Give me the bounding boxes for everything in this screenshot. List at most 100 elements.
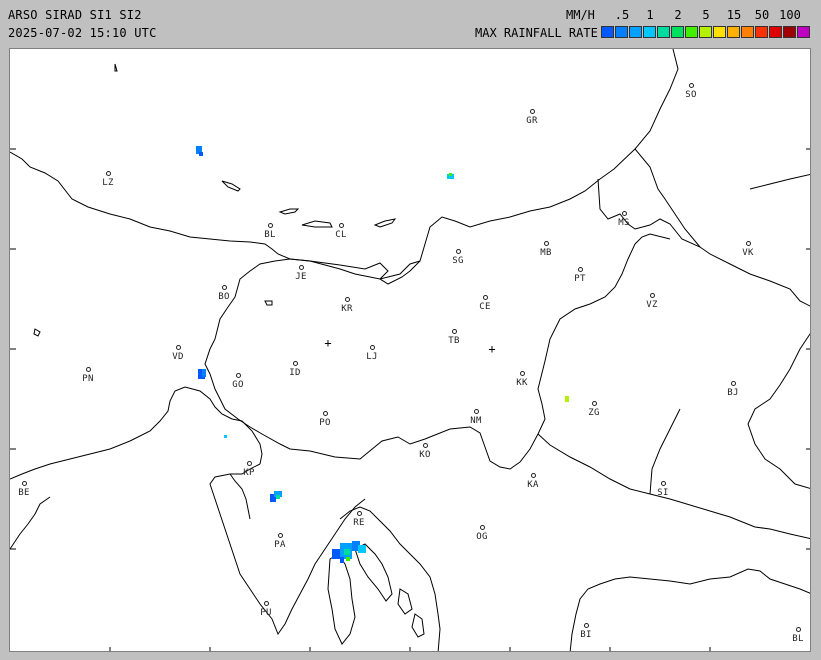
city-label: GR (526, 116, 538, 126)
city-label: ID (289, 368, 301, 378)
city-label: ZG (588, 408, 600, 418)
lake-5 (114, 63, 118, 72)
rain-echoes (196, 146, 569, 563)
city-label: SO (685, 90, 697, 100)
city-label: RE (353, 518, 365, 528)
city-dot (268, 223, 273, 228)
islet-west (33, 328, 41, 337)
legend-swatch (727, 26, 740, 38)
city-dot (357, 511, 362, 516)
city-label: BO (218, 292, 230, 302)
city-dot (278, 533, 283, 538)
city-label: OG (476, 532, 488, 542)
city-label: BJ (727, 388, 739, 398)
legend-swatch (755, 26, 768, 38)
border-northeast (634, 148, 701, 248)
city-label: KR (341, 304, 353, 314)
city-dot (731, 381, 736, 386)
city-label: BI (580, 630, 592, 640)
city-dot (520, 371, 525, 376)
city-dot (456, 249, 461, 254)
lake-2 (278, 208, 300, 215)
border-hr-south (569, 568, 810, 651)
city-label: PO (319, 418, 331, 428)
city-dot (689, 83, 694, 88)
coastline-borders-svg (10, 49, 810, 651)
city-dot (247, 461, 252, 466)
city-label: KP (243, 468, 255, 478)
city-dot (746, 241, 751, 246)
city-dot (584, 623, 589, 628)
coast-italy-west (10, 496, 51, 550)
island-small-2 (411, 613, 425, 638)
city-label: VK (742, 248, 754, 258)
city-dot (236, 373, 241, 378)
legend-swatch (629, 26, 642, 38)
product-title: ARSO SIRAD SI1 SI2 (8, 8, 142, 22)
city-dot (222, 285, 227, 290)
legend-scale-label: 1 (646, 8, 654, 22)
legend-swatch (741, 26, 754, 38)
city-dot (474, 409, 479, 414)
header-bar: ARSO SIRAD SI1 SI2 2025-07-02 15:10 UTC … (0, 0, 821, 46)
city-dot (661, 481, 666, 486)
city-label: CE (479, 302, 491, 312)
city-label: SG (452, 256, 464, 266)
city-dot (299, 265, 304, 270)
coast-trieste (10, 386, 263, 480)
city-label: PT (574, 274, 586, 284)
city-label: VZ (646, 300, 658, 310)
city-dot (423, 443, 428, 448)
island-small-1 (397, 588, 413, 615)
city-label: BL (792, 634, 804, 644)
city-dot (483, 295, 488, 300)
city-dot (480, 525, 485, 530)
legend-swatch (783, 26, 796, 38)
legend-swatch (615, 26, 628, 38)
radar-window: ARSO SIRAD SI1 SI2 2025-07-02 15:10 UTC … (0, 0, 821, 660)
lake-4 (373, 218, 397, 228)
city-label: MS (618, 218, 630, 228)
city-label: TB (448, 336, 460, 346)
city-dot (264, 601, 269, 606)
city-label: LJ (366, 352, 378, 362)
border-hr-1 (537, 433, 810, 540)
city-label: KO (419, 450, 431, 460)
city-label: PN (82, 374, 94, 384)
city-dot (86, 367, 91, 372)
city-label: BL (264, 230, 276, 240)
legend-scale-label: 5 (702, 8, 710, 22)
city-dot (530, 109, 535, 114)
legend-scale-label: .5 (614, 8, 630, 22)
legend-swatch (657, 26, 670, 38)
legend-swatch (671, 26, 684, 38)
city-dot (578, 267, 583, 272)
island-cres (327, 553, 356, 645)
legend-scale-label: 15 (726, 8, 742, 22)
city-dot (650, 293, 655, 298)
city-dot (592, 401, 597, 406)
city-label: LZ (102, 178, 114, 188)
map-area[interactable]: SO GR LZ BL CL MB MS VK SG PT JE BO KR CE VZ TB VD LJ PN ID… (9, 48, 811, 652)
legend-swatch (769, 26, 782, 38)
city-label: CL (335, 230, 347, 240)
city-dot (176, 345, 181, 350)
city-dot (293, 361, 298, 366)
city-dot (345, 297, 350, 302)
city-dot (323, 411, 328, 416)
legend-swatch (685, 26, 698, 38)
legend-swatch (601, 26, 614, 38)
timestamp: 2025-07-02 15:10 UTC (8, 26, 157, 40)
city-label: VD (172, 352, 184, 362)
city-label: GO (232, 380, 244, 390)
legend-swatch (699, 26, 712, 38)
coast-kvarner (339, 506, 441, 651)
border-ne-2 (749, 173, 810, 190)
city-dot (452, 329, 457, 334)
radar-site-pasja-ravan-cross: + (488, 342, 496, 356)
city-dot (796, 627, 801, 632)
border-si-hr (204, 233, 671, 470)
city-dot (370, 345, 375, 350)
legend-swatch (643, 26, 656, 38)
city-dot (22, 481, 27, 486)
